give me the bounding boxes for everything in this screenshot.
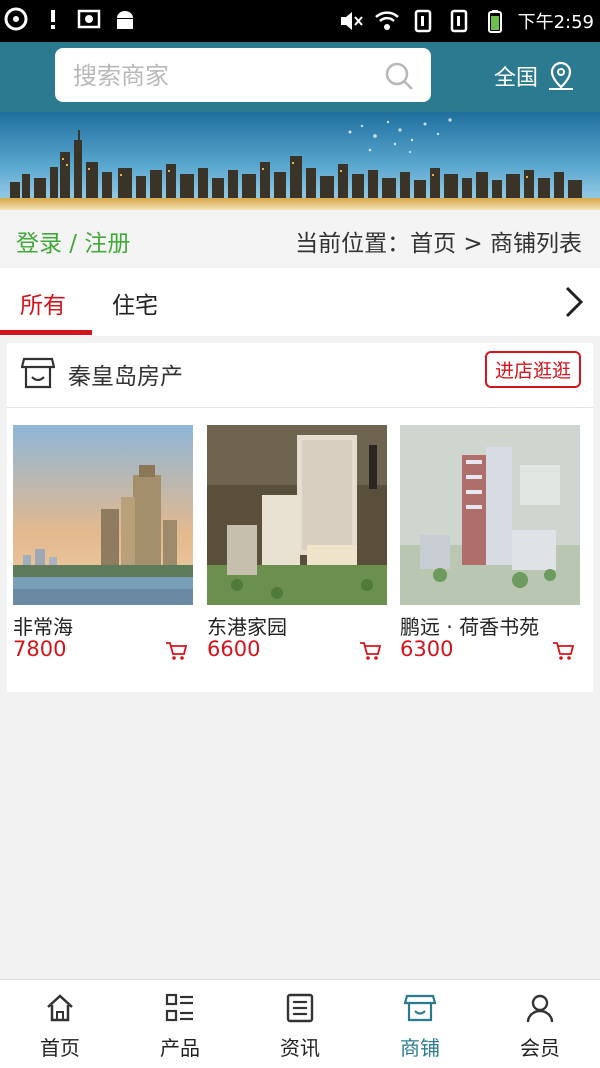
product-price: 6600 <box>207 637 261 661</box>
category-tabs: 所有 住宅 <box>0 268 600 336</box>
status-time: 下午2:59 <box>517 12 594 33</box>
product-name[interactable]: 非常海 <box>13 611 73 640</box>
city-skyline-banner <box>0 112 600 210</box>
product-image[interactable] <box>400 425 580 605</box>
nav-home[interactable]: 首页 <box>0 980 120 1068</box>
search-icon[interactable] <box>383 60 415 92</box>
battery-icon <box>487 10 502 33</box>
top-header: 全国 <box>0 42 600 112</box>
product-item[interactable]: 东港家园 6600 <box>207 425 387 661</box>
product-price: 7800 <box>13 637 67 661</box>
product-name[interactable]: 东港家园 <box>207 611 287 640</box>
product-item[interactable]: 非常海 7800 <box>13 425 193 661</box>
region-label: 全国 <box>494 66 539 91</box>
nav-home-label: 首页 <box>40 1036 80 1060</box>
screenshot-icon <box>77 9 101 29</box>
status-left-icons <box>4 6 138 32</box>
signal-sim1-icon <box>414 9 431 33</box>
wifi-icon <box>374 11 399 30</box>
product-image[interactable] <box>13 425 193 605</box>
product-image[interactable] <box>207 425 387 605</box>
status-bar: 下午2:59 <box>0 0 600 42</box>
cart-icon[interactable] <box>359 641 381 661</box>
alert-icon <box>51 10 55 29</box>
bottom-nav: 首页 产品 资讯 商铺 会员 <box>0 979 600 1068</box>
search-box[interactable] <box>55 48 431 102</box>
nav-stores[interactable]: 商铺 <box>360 980 480 1068</box>
search-input[interactable] <box>71 60 375 92</box>
status-right-icons: 下午2:59 <box>338 8 594 34</box>
product-item[interactable]: 鹏远 · 荷香书苑 6300 <box>400 425 580 661</box>
tab-residential[interactable]: 住宅 <box>112 286 158 320</box>
shop-card: 秦皇岛房产 进店逛逛 非常海 7800 东港家园 6600 鹏远 · 荷香书苑 … <box>7 343 593 692</box>
nav-stores-label: 商铺 <box>400 1036 440 1060</box>
disc-icon <box>4 7 28 31</box>
location-pin-icon <box>549 61 574 90</box>
cart-icon[interactable] <box>552 641 574 661</box>
cart-icon[interactable] <box>165 641 187 661</box>
user-icon <box>526 994 554 1023</box>
nav-products[interactable]: 产品 <box>120 980 240 1068</box>
product-price: 6300 <box>400 637 454 661</box>
tab-all[interactable]: 所有 <box>20 286 66 320</box>
android-icon <box>117 11 133 29</box>
breadcrumb-bar: 登录 / 注册 当前位置：首页 > 商铺列表 <box>0 210 600 268</box>
news-icon <box>286 993 314 1023</box>
product-name[interactable]: 鹏远 · 荷香书苑 <box>400 611 539 640</box>
region-selector[interactable]: 全国 <box>494 60 576 92</box>
chevron-right-icon[interactable] <box>562 282 586 322</box>
nav-news-label: 资讯 <box>280 1036 320 1060</box>
breadcrumb: 当前位置：首页 > 商铺列表 <box>295 231 582 257</box>
signal-sim2-icon <box>450 9 467 33</box>
grid-list-icon <box>165 993 193 1022</box>
shop-name[interactable]: 秦皇岛房产 <box>68 357 183 391</box>
home-icon <box>47 994 73 1022</box>
store-icon <box>404 994 436 1022</box>
login-register-link[interactable]: 登录 / 注册 <box>16 224 130 258</box>
active-tab-indicator <box>0 330 92 335</box>
visit-store-button[interactable]: 进店逛逛 <box>484 351 581 388</box>
mute-icon <box>340 12 363 30</box>
nav-member[interactable]: 会员 <box>480 980 600 1068</box>
shop-header: 秦皇岛房产 进店逛逛 <box>7 343 593 408</box>
nav-news[interactable]: 资讯 <box>240 980 360 1068</box>
nav-products-label: 产品 <box>160 1036 200 1060</box>
nav-member-label: 会员 <box>520 1036 560 1060</box>
store-icon <box>21 357 55 389</box>
